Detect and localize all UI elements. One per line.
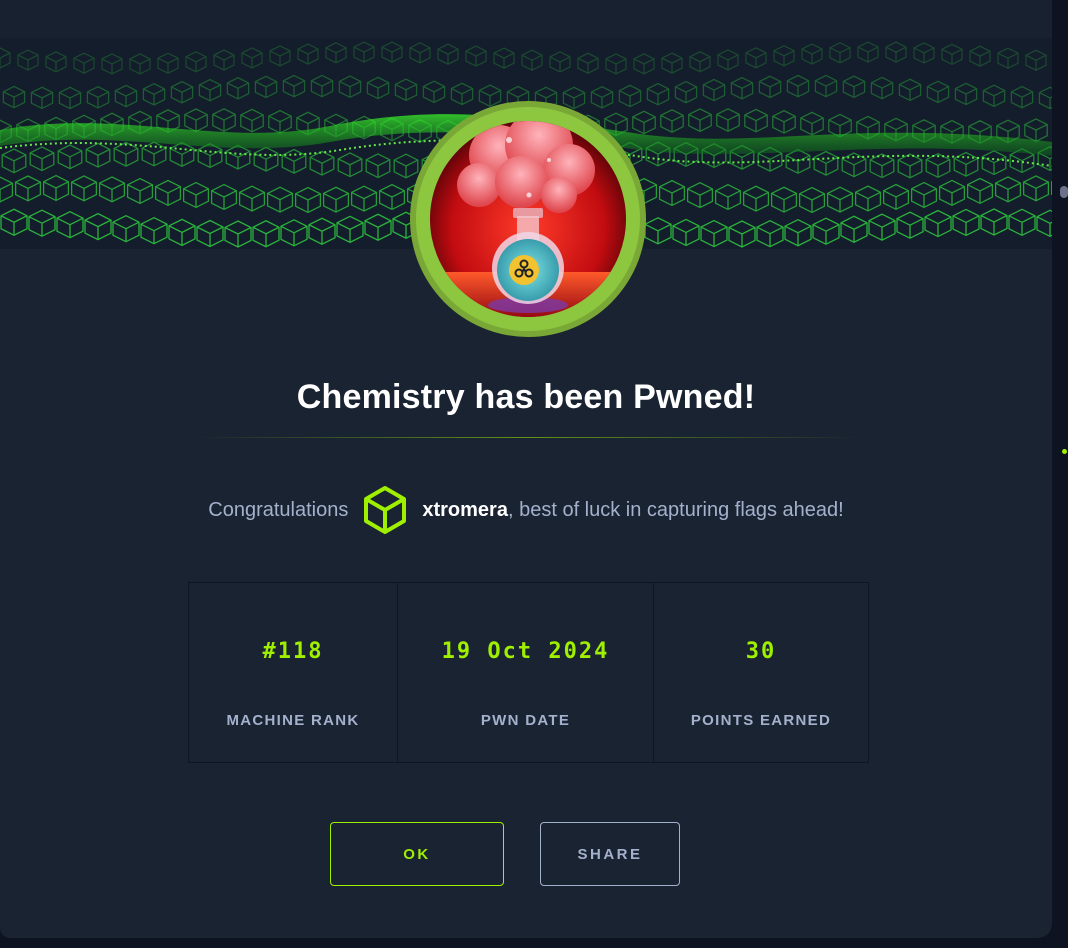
stats-grid: #118 MACHINE RANK 19 Oct 2024 PWN DATE 3… — [188, 582, 869, 763]
share-button[interactable]: SHARE — [540, 822, 680, 886]
congratulations-message: Congratulations xtromera , best of luck … — [0, 483, 1052, 537]
stat-pwn-date: 19 Oct 2024 PWN DATE — [398, 583, 654, 762]
stat-value: #118 — [262, 639, 324, 664]
congrats-suffix: , best of luck in capturing flags ahead! — [507, 498, 844, 521]
title-divider — [196, 437, 860, 438]
stat-label: PWN DATE — [480, 712, 571, 729]
stat-value: 19 Oct 2024 — [441, 639, 610, 664]
ok-button[interactable]: OK — [330, 822, 504, 886]
decorative-dot — [1062, 449, 1067, 454]
hexagon-cube-icon — [362, 485, 408, 535]
scrollbar-thumb[interactable] — [1060, 186, 1068, 198]
congrats-prefix: Congratulations — [208, 498, 349, 521]
pwned-modal: Chemistry has been Pwned! Congratulation… — [0, 0, 1052, 938]
machine-avatar-flask-biohazard-icon — [409, 100, 647, 338]
username-link[interactable]: xtromera — [422, 499, 508, 522]
stat-label: MACHINE RANK — [226, 712, 360, 729]
stat-machine-rank: #118 MACHINE RANK — [189, 583, 398, 762]
modal-top-strip — [0, 0, 1052, 38]
stat-points-earned: 30 POINTS EARNED — [654, 583, 868, 762]
stat-label: POINTS EARNED — [690, 712, 832, 729]
page-title: Chemistry has been Pwned! — [296, 378, 756, 416]
stat-value: 30 — [745, 639, 777, 664]
